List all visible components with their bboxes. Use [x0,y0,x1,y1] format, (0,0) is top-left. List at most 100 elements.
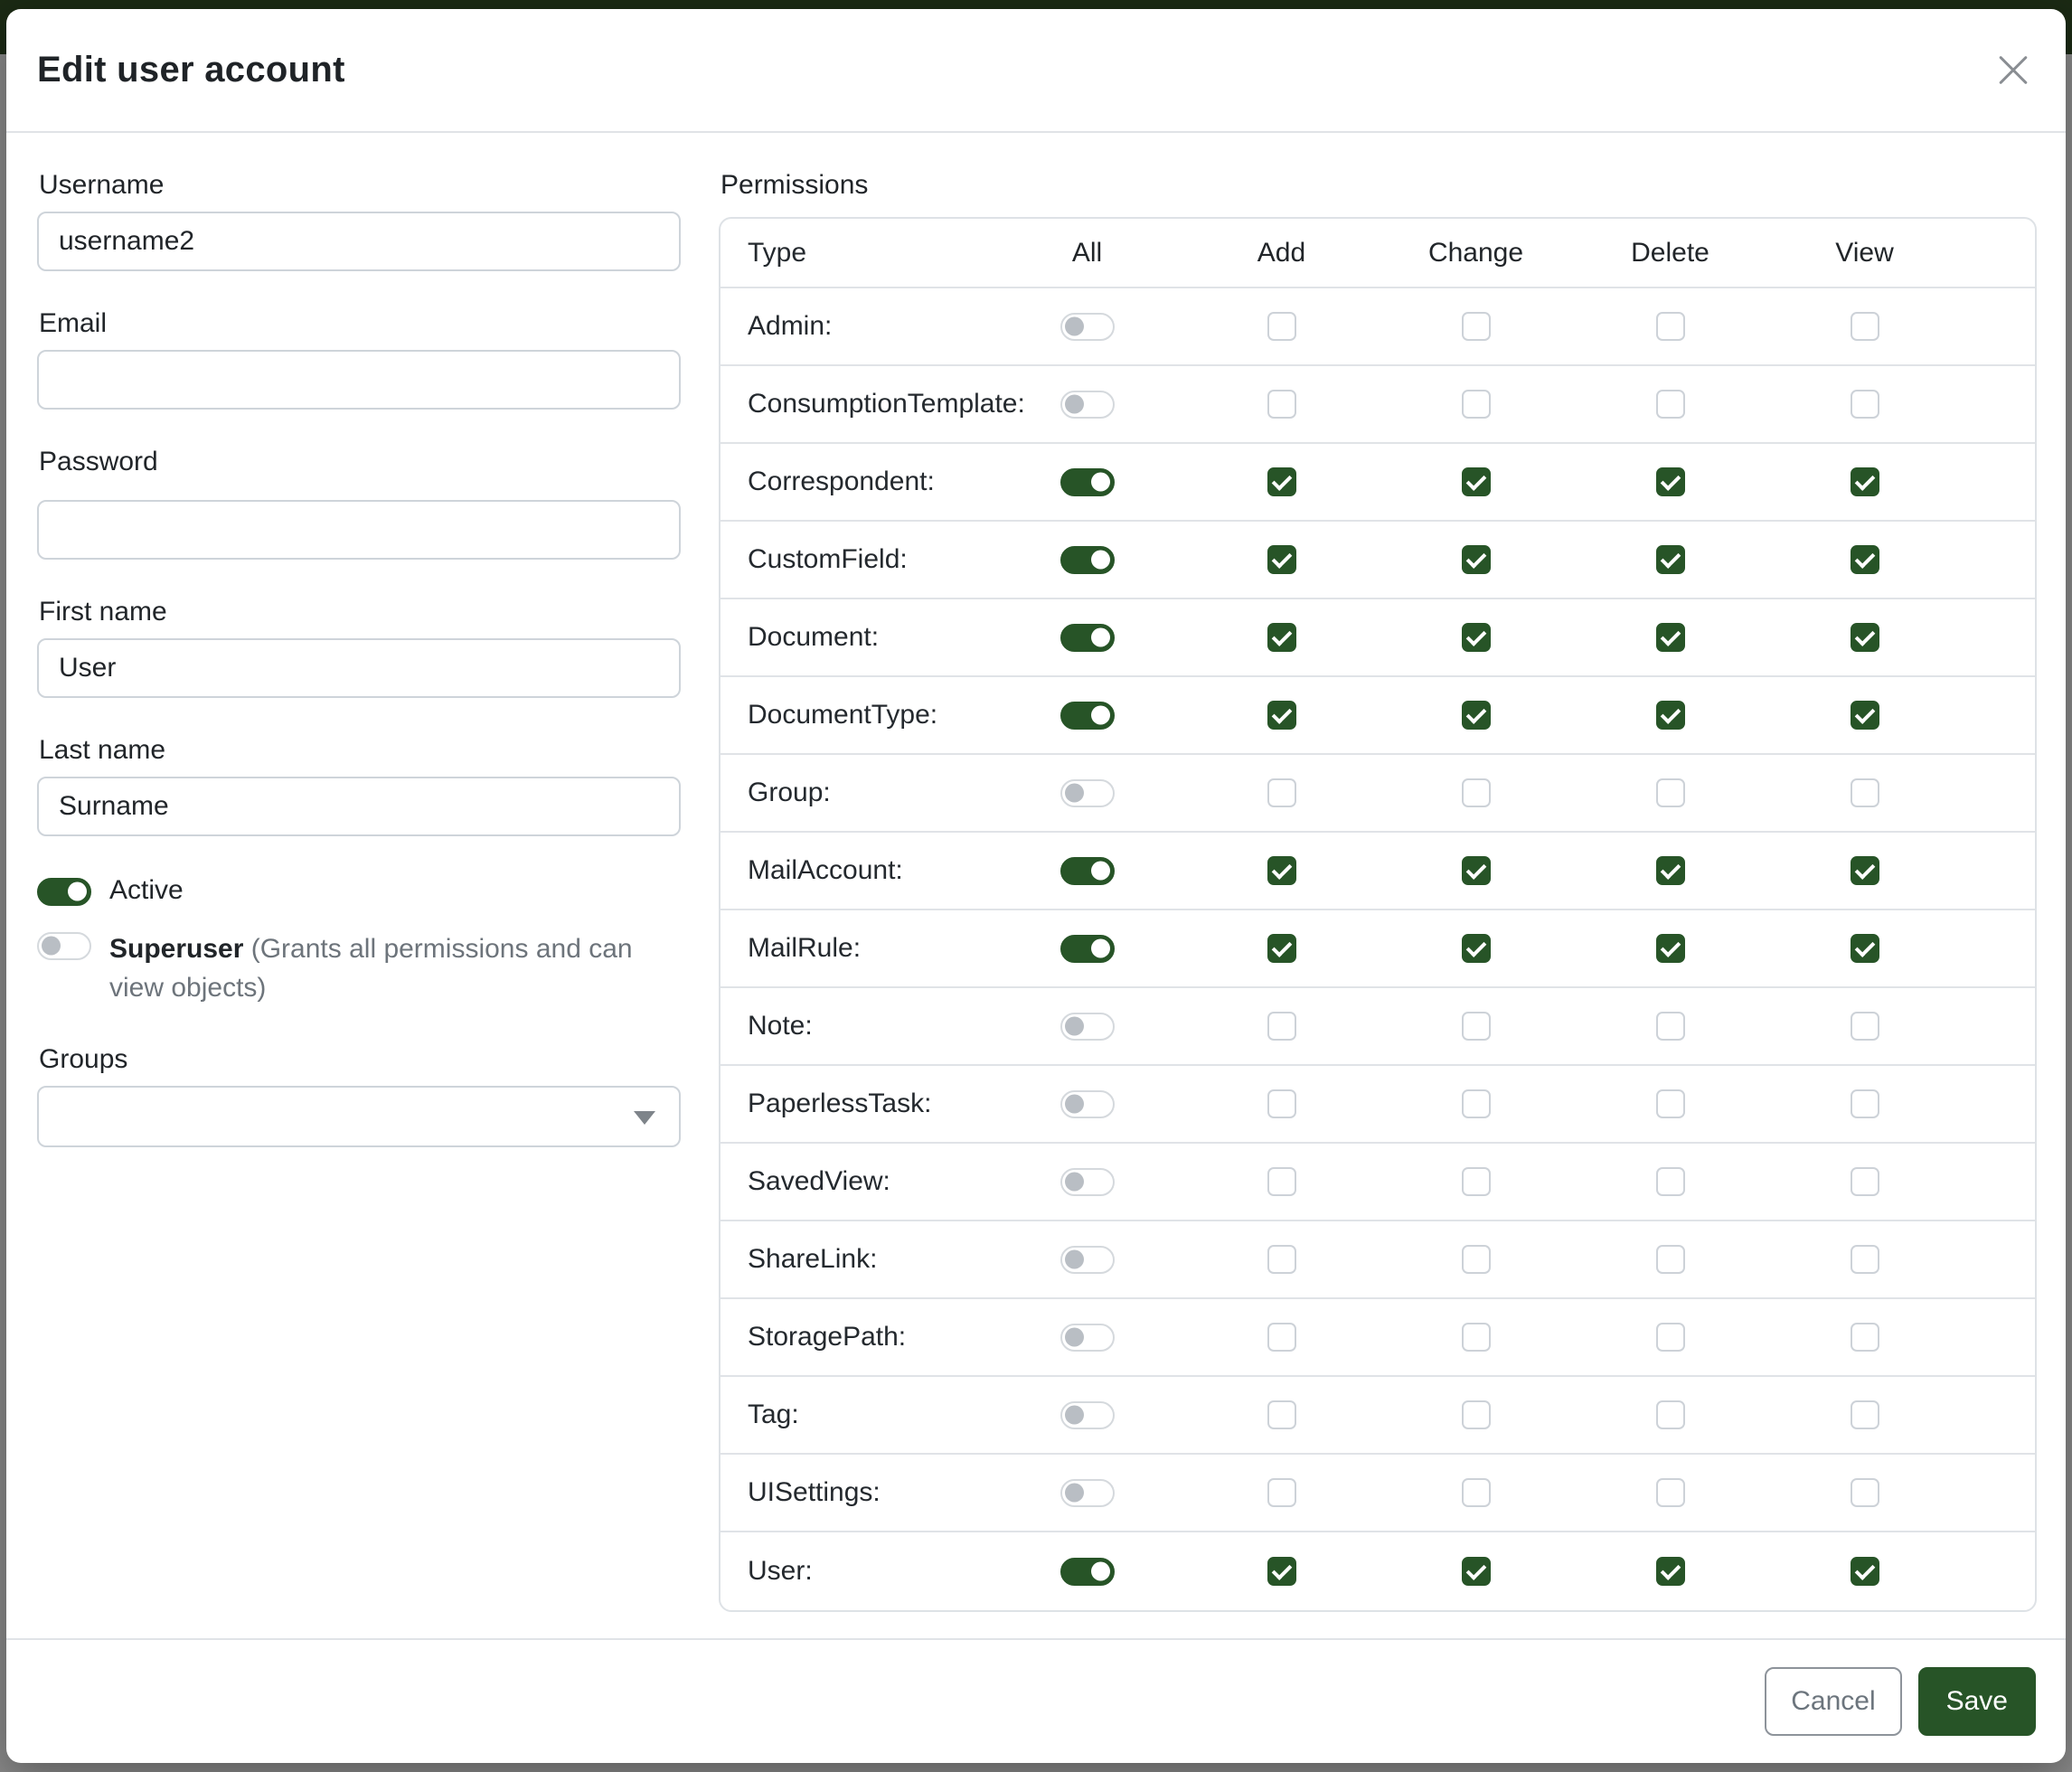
permission-delete-checkbox[interactable] [1656,1478,1685,1507]
permission-add-checkbox[interactable] [1267,778,1296,807]
permission-change-checkbox[interactable] [1462,1167,1491,1196]
permission-delete-checkbox[interactable] [1656,1089,1685,1118]
permission-change-checkbox[interactable] [1462,1323,1491,1352]
permission-add-checkbox[interactable] [1267,1089,1296,1118]
permission-view-checkbox[interactable] [1851,312,1879,341]
permission-add-checkbox[interactable] [1267,1245,1296,1274]
permission-all-toggle[interactable] [1060,935,1115,963]
email-field[interactable] [37,350,681,410]
permission-add-checkbox[interactable] [1267,467,1296,496]
permission-change-checkbox[interactable] [1462,1245,1491,1274]
permission-view-checkbox[interactable] [1851,623,1879,652]
permission-view-checkbox[interactable] [1851,778,1879,807]
last-name-field[interactable] [37,777,681,836]
first-name-field[interactable] [37,638,681,698]
permission-all-toggle[interactable] [1060,546,1115,574]
permission-add-checkbox[interactable] [1267,312,1296,341]
close-icon[interactable] [1995,52,2031,89]
permission-add-checkbox[interactable] [1267,1167,1296,1196]
permission-delete-checkbox[interactable] [1656,545,1685,574]
permission-all-toggle[interactable] [1060,1324,1115,1352]
permission-all-toggle[interactable] [1060,702,1115,730]
permission-change-checkbox[interactable] [1462,701,1491,730]
active-toggle[interactable] [37,878,91,906]
permission-all-toggle[interactable] [1060,624,1115,652]
permission-change-checkbox[interactable] [1462,467,1491,496]
permission-view-checkbox[interactable] [1851,1557,1879,1586]
permission-view-checkbox[interactable] [1851,934,1879,963]
permission-change-checkbox[interactable] [1462,312,1491,341]
permission-delete-checkbox[interactable] [1656,1557,1685,1586]
permission-view-checkbox[interactable] [1851,1012,1879,1041]
permission-change-checkbox[interactable] [1462,623,1491,652]
permission-change-checkbox[interactable] [1462,778,1491,807]
permission-view-checkbox[interactable] [1851,390,1879,419]
permission-add-checkbox[interactable] [1267,623,1296,652]
permission-add-checkbox[interactable] [1267,1557,1296,1586]
permission-delete-checkbox[interactable] [1656,312,1685,341]
permission-change-checkbox[interactable] [1462,1012,1491,1041]
permission-all-toggle[interactable] [1060,779,1115,807]
permission-add-checkbox[interactable] [1267,1400,1296,1429]
permission-view-checkbox[interactable] [1851,1167,1879,1196]
permission-add-checkbox[interactable] [1267,545,1296,574]
permission-view-checkbox[interactable] [1851,467,1879,496]
permission-all-toggle[interactable] [1060,1479,1115,1507]
permission-add-checkbox[interactable] [1267,390,1296,419]
permission-delete-checkbox[interactable] [1656,934,1685,963]
permission-change-checkbox[interactable] [1462,545,1491,574]
permission-row: MailRule: [720,910,2035,988]
permission-add-checkbox[interactable] [1267,1323,1296,1352]
permission-add-checkbox[interactable] [1267,1012,1296,1041]
permission-row: SavedView: [720,1144,2035,1221]
permission-delete-checkbox[interactable] [1656,701,1685,730]
permission-change-checkbox[interactable] [1462,1400,1491,1429]
permission-view-checkbox[interactable] [1851,701,1879,730]
permission-delete-checkbox[interactable] [1656,623,1685,652]
permission-all-toggle[interactable] [1060,468,1115,496]
permission-delete-checkbox[interactable] [1656,1012,1685,1041]
permission-all-toggle[interactable] [1060,1558,1115,1586]
permission-view-checkbox[interactable] [1851,1478,1879,1507]
permission-all-toggle[interactable] [1060,1168,1115,1196]
permission-view-checkbox[interactable] [1851,1245,1879,1274]
permission-view-checkbox[interactable] [1851,1089,1879,1118]
permission-all-toggle[interactable] [1060,1090,1115,1118]
permission-add-checkbox[interactable] [1267,856,1296,885]
permission-view-checkbox[interactable] [1851,545,1879,574]
permission-delete-checkbox[interactable] [1656,467,1685,496]
permission-add-checkbox[interactable] [1267,701,1296,730]
permission-change-checkbox[interactable] [1462,1089,1491,1118]
permission-view-checkbox[interactable] [1851,1323,1879,1352]
permission-add-checkbox[interactable] [1267,1478,1296,1507]
permission-delete-checkbox[interactable] [1656,1167,1685,1196]
permission-all-toggle[interactable] [1060,1401,1115,1429]
permission-change-checkbox[interactable] [1462,934,1491,963]
permission-add-checkbox[interactable] [1267,934,1296,963]
save-button[interactable]: Save [1918,1667,2036,1736]
permission-change-checkbox[interactable] [1462,390,1491,419]
permission-view-checkbox[interactable] [1851,1400,1879,1429]
permission-all-toggle[interactable] [1060,857,1115,885]
username-input[interactable] [37,212,681,271]
permission-delete-checkbox[interactable] [1656,1400,1685,1429]
groups-label: Groups [39,1044,681,1074]
permission-delete-checkbox[interactable] [1656,390,1685,419]
permission-all-toggle[interactable] [1060,391,1115,419]
password-field[interactable] [37,500,681,560]
permission-change-checkbox[interactable] [1462,1557,1491,1586]
permission-all-toggle[interactable] [1060,1013,1115,1041]
permission-view-checkbox[interactable] [1851,856,1879,885]
permission-delete-checkbox[interactable] [1656,1323,1685,1352]
permission-delete-checkbox[interactable] [1656,1245,1685,1274]
permission-change-checkbox[interactable] [1462,856,1491,885]
permission-change-checkbox[interactable] [1462,1478,1491,1507]
column-header-delete: Delete [1631,238,1709,269]
superuser-toggle[interactable] [37,932,91,960]
permission-all-toggle[interactable] [1060,313,1115,341]
groups-select[interactable] [37,1086,681,1147]
permission-delete-checkbox[interactable] [1656,778,1685,807]
permission-delete-checkbox[interactable] [1656,856,1685,885]
cancel-button[interactable]: Cancel [1765,1667,1901,1736]
permission-all-toggle[interactable] [1060,1246,1115,1274]
